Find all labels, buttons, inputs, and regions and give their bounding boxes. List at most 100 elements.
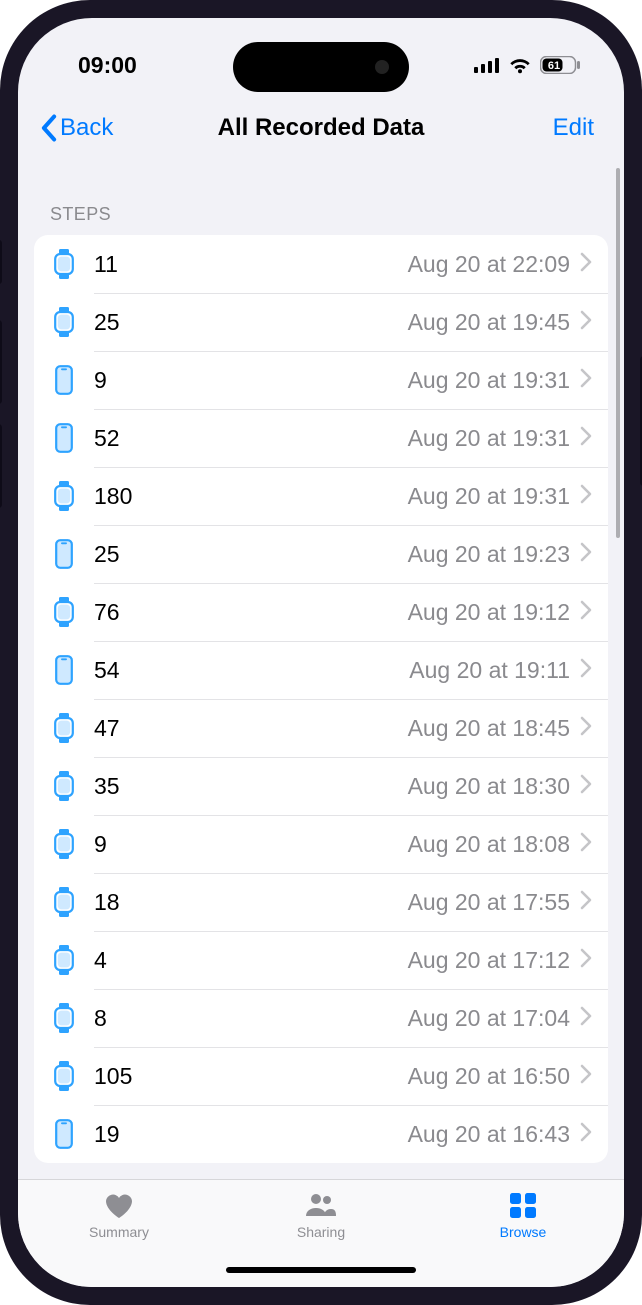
- chevron-right-icon: [580, 310, 592, 335]
- step-date: Aug 20 at 18:30: [408, 773, 570, 800]
- chevron-right-icon: [580, 1064, 592, 1089]
- heart-icon: [102, 1190, 136, 1220]
- step-date: Aug 20 at 19:45: [408, 309, 570, 336]
- step-date: Aug 20 at 19:31: [408, 425, 570, 452]
- step-value: 11: [94, 251, 118, 278]
- chevron-right-icon: [580, 716, 592, 741]
- watch-icon: [48, 1061, 80, 1091]
- tab-label: Sharing: [297, 1224, 345, 1240]
- watch-icon: [48, 887, 80, 917]
- step-date: Aug 20 at 16:50: [408, 1063, 570, 1090]
- back-button[interactable]: Back: [40, 114, 113, 142]
- table-row[interactable]: 52Aug 20 at 19:31: [34, 409, 608, 467]
- step-value: 76: [94, 599, 120, 626]
- table-row[interactable]: 9 Aug 20 at 18:08: [34, 815, 608, 873]
- phone-icon: [48, 423, 80, 453]
- watch-icon: [48, 481, 80, 511]
- tab-label: Browse: [500, 1224, 547, 1240]
- table-row[interactable]: 25 Aug 20 at 19:23: [34, 525, 608, 583]
- tab-sharing[interactable]: Sharing: [221, 1190, 421, 1240]
- svg-text:61: 61: [548, 60, 560, 72]
- phone-icon: [48, 365, 80, 395]
- volume-up-button: [0, 320, 2, 404]
- chevron-right-icon: [580, 484, 592, 509]
- watch-icon: [48, 1003, 80, 1033]
- step-date: Aug 20 at 22:09: [408, 251, 570, 278]
- scroll-indicator[interactable]: [616, 168, 620, 538]
- watch-icon: [48, 771, 80, 801]
- volume-down-button: [0, 424, 2, 508]
- step-value: 180: [94, 483, 132, 510]
- chevron-right-icon: [580, 948, 592, 973]
- phone-icon: [48, 1119, 80, 1149]
- chevron-right-icon: [580, 1122, 592, 1147]
- home-indicator[interactable]: [226, 1267, 416, 1273]
- table-row[interactable]: 4 Aug 20 at 17:12: [34, 931, 608, 989]
- step-value: 9: [94, 367, 107, 394]
- table-row[interactable]: 180 Aug 20 at 19:31: [34, 467, 608, 525]
- step-value: 4: [94, 947, 107, 974]
- step-date: Aug 20 at 17:12: [408, 947, 570, 974]
- chevron-right-icon: [580, 774, 592, 799]
- status-right: 61: [474, 56, 580, 74]
- step-value: 9: [94, 831, 107, 858]
- table-row[interactable]: 18 Aug 20 at 17:55: [34, 873, 608, 931]
- device-frame: 09:00 61 Back All Recorded Data Edit: [0, 0, 642, 1305]
- chevron-right-icon: [580, 542, 592, 567]
- back-label: Back: [60, 114, 113, 142]
- table-row[interactable]: 54 Aug 20 at 19:11: [34, 641, 608, 699]
- edit-button[interactable]: Edit: [553, 114, 594, 142]
- wifi-icon: [508, 56, 532, 74]
- chevron-right-icon: [580, 890, 592, 915]
- step-value: 54: [94, 657, 120, 684]
- chevron-right-icon: [580, 600, 592, 625]
- step-value: 25: [94, 541, 120, 568]
- table-row[interactable]: 8 Aug 20 at 17:04: [34, 989, 608, 1047]
- table-row[interactable]: 9 Aug 20 at 19:31: [34, 351, 608, 409]
- step-date: Aug 20 at 17:55: [408, 889, 570, 916]
- table-row[interactable]: 105 Aug 20 at 16:50: [34, 1047, 608, 1105]
- chevron-right-icon: [580, 832, 592, 857]
- table-row[interactable]: 47 Aug 20 at 18:45: [34, 699, 608, 757]
- step-value: 105: [94, 1063, 132, 1090]
- chevron-right-icon: [580, 252, 592, 277]
- status-time: 09:00: [78, 52, 137, 79]
- content[interactable]: STEPS 11 Aug 20 at 22:09 25 Aug 20 at 19:45…: [18, 160, 624, 1179]
- chevron-right-icon: [580, 1006, 592, 1031]
- tab-label: Summary: [89, 1224, 149, 1240]
- step-date: Aug 20 at 18:08: [408, 831, 570, 858]
- chevron-right-icon: [580, 368, 592, 393]
- people-icon: [304, 1190, 338, 1220]
- tab-browse[interactable]: Browse: [423, 1190, 623, 1240]
- cellular-icon: [474, 57, 500, 73]
- phone-icon: [48, 539, 80, 569]
- table-row[interactable]: 35Aug 20 at 18:30: [34, 757, 608, 815]
- step-value: 25: [94, 309, 120, 336]
- step-value: 47: [94, 715, 120, 742]
- watch-icon: [48, 829, 80, 859]
- switch-button: [0, 240, 2, 284]
- step-value: 18: [94, 889, 120, 916]
- step-date: Aug 20 at 19:31: [408, 483, 570, 510]
- watch-icon: [48, 713, 80, 743]
- page-title: All Recorded Data: [218, 114, 425, 142]
- table-row[interactable]: 11 Aug 20 at 22:09: [34, 235, 608, 293]
- screen: 09:00 61 Back All Recorded Data Edit: [18, 18, 624, 1287]
- tab-summary[interactable]: Summary: [19, 1190, 219, 1240]
- step-date: Aug 20 at 16:43: [408, 1121, 570, 1148]
- step-date: Aug 20 at 19:23: [408, 541, 570, 568]
- chevron-right-icon: [580, 426, 592, 451]
- table-row[interactable]: 76 Aug 20 at 19:12: [34, 583, 608, 641]
- step-date: Aug 20 at 17:04: [408, 1005, 570, 1032]
- table-row[interactable]: 19 Aug 20 at 16:43: [34, 1105, 608, 1163]
- table-row[interactable]: 25 Aug 20 at 19:45: [34, 293, 608, 351]
- step-date: Aug 20 at 18:45: [408, 715, 570, 742]
- step-date: Aug 20 at 19:12: [408, 599, 570, 626]
- step-value: 8: [94, 1005, 107, 1032]
- step-value: 19: [94, 1121, 120, 1148]
- section-header: STEPS: [18, 160, 624, 235]
- steps-list: 11 Aug 20 at 22:09 25 Aug 20 at 19:45 9 Aug 2…: [34, 235, 608, 1163]
- step-date: Aug 20 at 19:11: [409, 657, 570, 684]
- step-date: Aug 20 at 19:31: [408, 367, 570, 394]
- chevron-left-icon: [40, 114, 58, 142]
